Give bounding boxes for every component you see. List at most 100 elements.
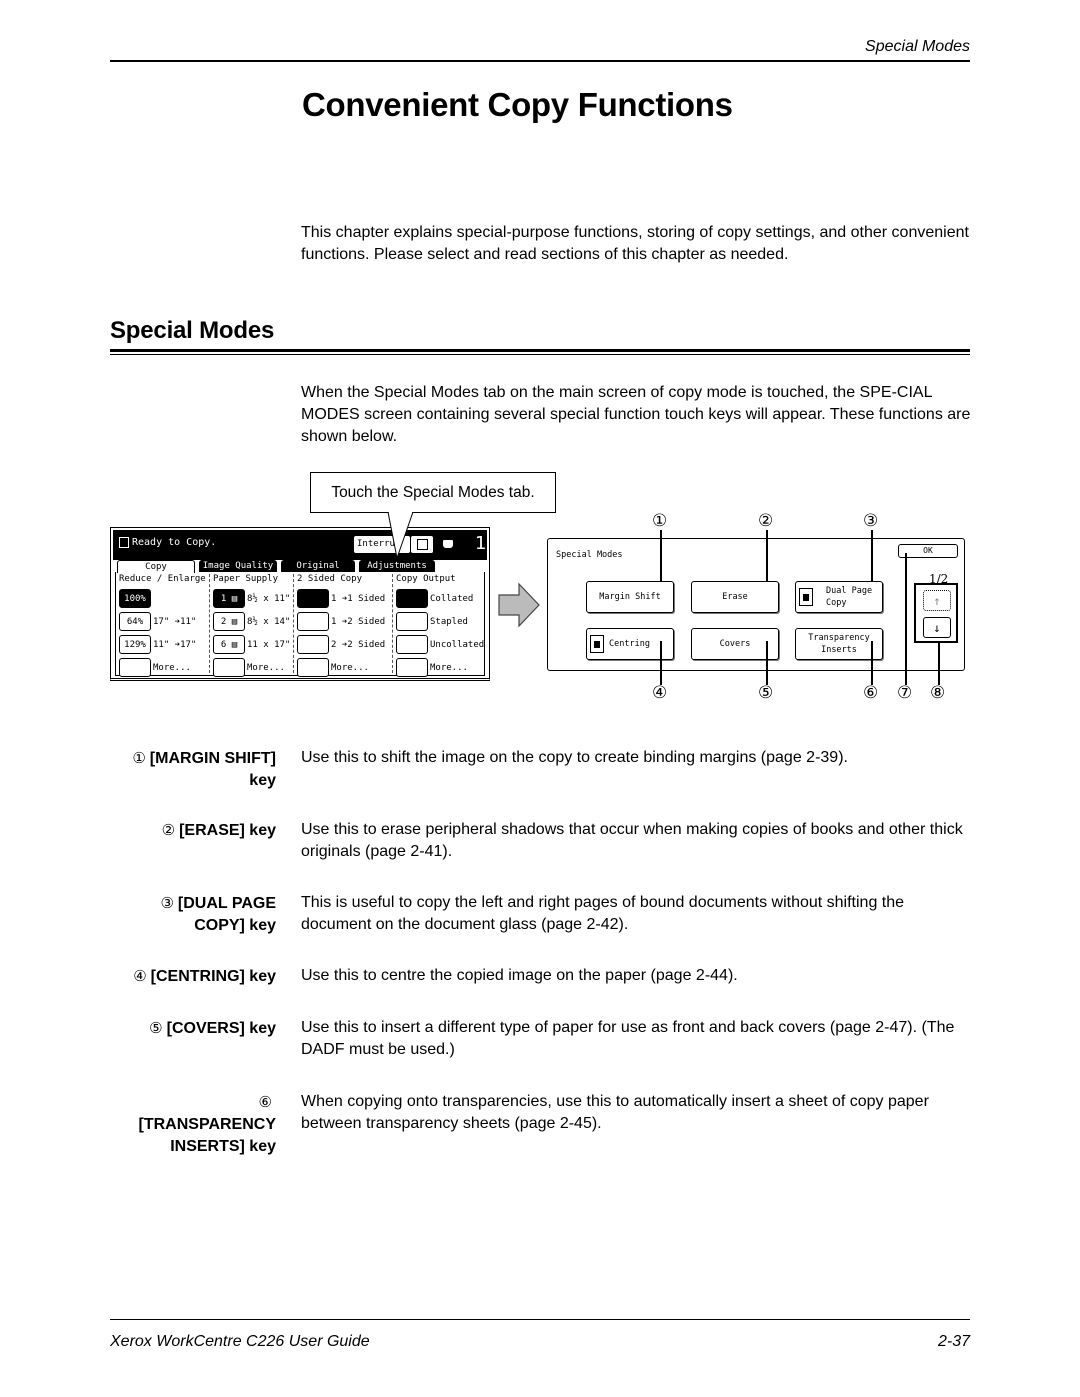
lcd-body: Reduce / Enlarge 100% 64% 17" ➔11" 129% 11… — [115, 572, 485, 679]
option-row: Stapled — [396, 610, 484, 633]
duplex-more-button[interactable] — [297, 658, 329, 677]
button-label: Transparency Inserts — [808, 633, 870, 655]
callout-number-3: ③ — [863, 511, 879, 531]
output-more-button[interactable] — [396, 658, 428, 677]
callout-number-4: ④ — [652, 683, 668, 703]
tab-image-quality[interactable]: Image Quality — [199, 560, 277, 572]
arrow-down-icon: ↓ — [933, 620, 941, 635]
definition-term: ① [MARGIN SHIFT] key — [110, 747, 276, 792]
term-label: [TRANSPARENCY INSERTS] key — [138, 1116, 276, 1155]
ratio-more-button[interactable] — [119, 658, 151, 677]
leader-line — [938, 642, 940, 685]
footer-page-number: 2-37 — [937, 1333, 970, 1350]
button-label: Margin Shift — [599, 592, 661, 602]
option-row: 2 ➔2 Sided — [297, 633, 385, 656]
right-arrow-icon — [498, 582, 540, 628]
transparency-inserts-button[interactable]: Transparency Inserts — [795, 628, 883, 660]
section-body: When the Special Modes tab on the main s… — [301, 384, 971, 445]
one-to-one-button[interactable] — [297, 589, 329, 608]
definition-desc: Use this to erase peripheral shadows tha… — [301, 821, 963, 860]
option-label: More... — [153, 662, 191, 673]
ratio-129-button[interactable]: 129% — [119, 635, 151, 654]
scroll-down-button[interactable]: ↓ — [923, 617, 951, 638]
status-text: Ready to Copy. — [132, 537, 217, 548]
footer-guide-title: Xerox WorkCentre C226 User Guide — [110, 1333, 370, 1350]
option-row: 129% 11" ➔17" — [119, 633, 206, 656]
two-sided-column: 2 Sided Copy 1 ➔1 Sided 1 ➔2 Sided 2 ➔2 … — [297, 574, 385, 679]
term-label: [CENTRING] key — [150, 968, 276, 985]
copy-mode-screen: Ready to Copy. Interru 1 Copy Image Qual… — [110, 527, 490, 681]
term-label: [MARGIN SHIFT] key — [149, 750, 276, 789]
col-divider — [293, 574, 294, 673]
option-row: 64% 17" ➔11" — [119, 610, 206, 633]
callout-number-1: ① — [652, 511, 668, 531]
tray-2-button[interactable]: 2 ▤ — [213, 612, 245, 631]
definition-number: ① — [132, 749, 146, 767]
screen-title: Special Modes — [556, 550, 623, 560]
option-label: Stapled — [430, 616, 468, 627]
erase-button[interactable]: Erase — [691, 581, 779, 613]
definition-desc: Use this to centre the copied image on t… — [301, 967, 738, 984]
definition-number: ④ — [133, 967, 147, 985]
tray-6-button[interactable]: 6 ▤ — [213, 635, 245, 654]
arrow-up-icon: ↑ — [933, 593, 941, 608]
tray-1-button[interactable]: 1 ▤ — [213, 589, 245, 608]
ratio-64-button[interactable]: 64% — [119, 612, 151, 631]
definition-number: ⑤ — [149, 1019, 163, 1037]
button-label: Centring — [609, 639, 650, 649]
callout-pointer — [387, 512, 414, 560]
option-row: 1 ➔1 Sided — [297, 587, 385, 610]
leader-line — [871, 641, 873, 685]
paper-supply-column: Paper Supply 1 ▤ 8½ x 11" 2 ▤ 8½ x 14" 6 ▤… — [213, 574, 290, 679]
option-row: More... — [297, 656, 385, 679]
option-row: More... — [119, 656, 206, 679]
callout-number-2: ② — [758, 511, 774, 531]
col-divider — [209, 574, 210, 673]
column-title: Copy Output — [396, 574, 456, 584]
option-label: 8½ x 11" — [247, 593, 291, 604]
leader-line — [871, 530, 873, 582]
option-row: More... — [396, 656, 484, 679]
reduce-enlarge-column: Reduce / Enlarge 100% 64% 17" ➔11" 129% 11… — [119, 574, 206, 679]
definition-term: ⑥ [TRANSPARENCY INSERTS] key — [110, 1091, 276, 1158]
ok-button[interactable]: OK — [898, 544, 958, 558]
chapter-intro: This chapter explains special-purpose fu… — [301, 224, 969, 263]
definition-term: ④ [CENTRING] key — [110, 965, 276, 988]
paper-more-button[interactable] — [213, 658, 245, 677]
chapter-title: Convenient Copy Functions — [302, 86, 733, 123]
lcd-status: Ready to Copy. — [119, 537, 216, 548]
column-title: 2 Sided Copy — [297, 574, 363, 584]
leader-line — [660, 530, 662, 582]
option-row: 100% — [119, 587, 206, 610]
section-rule-thin — [110, 354, 970, 355]
stapled-button[interactable] — [396, 612, 428, 631]
paper-sheet-icon — [443, 540, 453, 548]
definition-term: ② [ERASE] key — [110, 819, 276, 842]
column-title: Paper Supply — [213, 574, 279, 584]
button-label: Covers — [719, 639, 751, 649]
option-label: 2 ➔2 Sided — [331, 639, 386, 650]
ratio-100-button[interactable]: 100% — [119, 589, 151, 608]
option-label: 1 ➔1 Sided — [331, 593, 386, 604]
document-icon — [119, 537, 129, 548]
option-row: 1 ➔2 Sided — [297, 610, 385, 633]
option-label: Uncollated — [430, 639, 485, 650]
footer-rule — [110, 1319, 970, 1320]
option-row: 1 ▤ 8½ x 11" — [213, 587, 290, 610]
copy-output-column: Copy Output Collated Stapled Uncollated … — [396, 574, 484, 679]
option-label: More... — [247, 662, 285, 673]
one-to-two-button[interactable] — [297, 612, 329, 631]
margin-shift-button[interactable]: Margin Shift — [586, 581, 674, 613]
collated-button[interactable] — [396, 589, 428, 608]
tab-original[interactable]: Original — [281, 560, 355, 572]
option-label: Collated — [430, 593, 474, 604]
option-label: 11 x 17" — [247, 639, 291, 650]
scroll-up-button[interactable]: ↑ — [923, 590, 951, 611]
scroll-control: ↑ ↓ — [914, 583, 958, 643]
dual-page-copy-button[interactable]: Dual Page Copy — [795, 581, 883, 613]
uncollated-button[interactable] — [396, 635, 428, 654]
button-label: Dual Page Copy — [826, 586, 873, 608]
definition-desc: This is useful to copy the left and righ… — [301, 894, 905, 933]
two-to-two-button[interactable] — [297, 635, 329, 654]
tab-adjustments[interactable]: Adjustments — [359, 560, 435, 572]
